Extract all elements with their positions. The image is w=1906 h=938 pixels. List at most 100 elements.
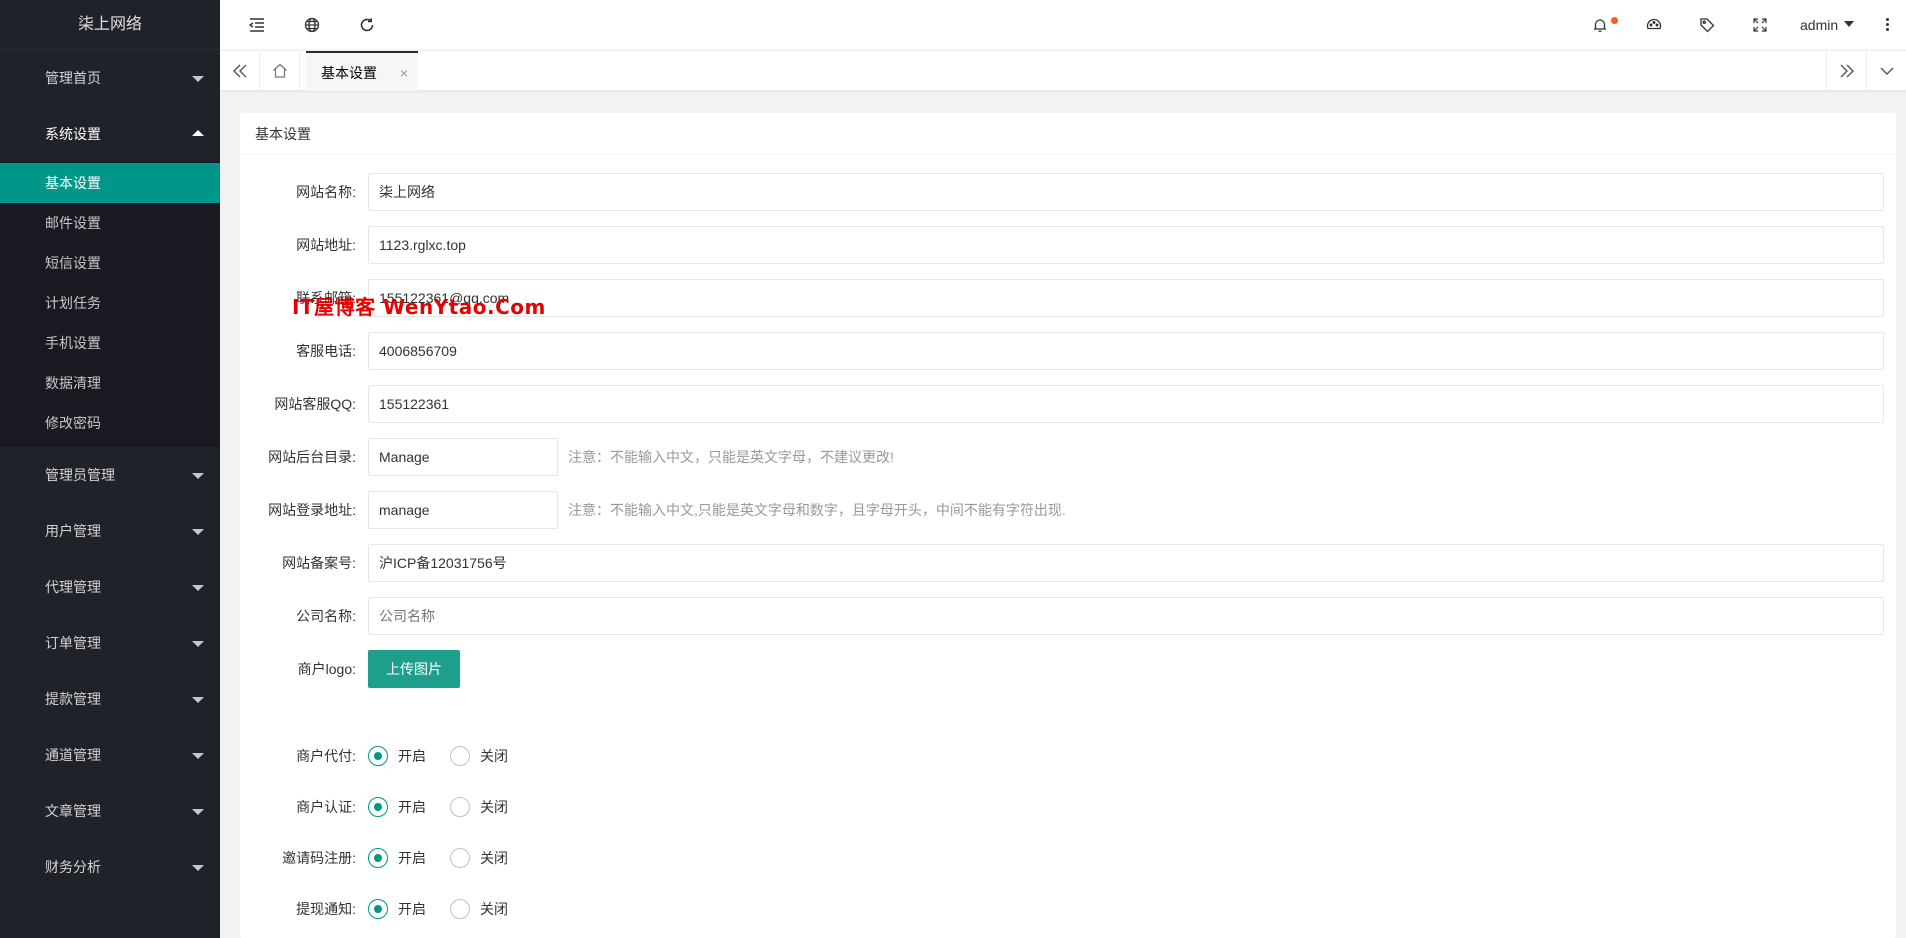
tabs-scroll-right-icon[interactable] bbox=[1826, 51, 1866, 91]
icp-input[interactable] bbox=[368, 544, 1884, 582]
radio-label: 开启 bbox=[398, 850, 426, 866]
sidebar-item-sms-settings[interactable]: 短信设置 bbox=[0, 243, 220, 283]
sidebar-group-withdrawal-management[interactable]: 提款管理 bbox=[0, 671, 220, 727]
sidebar-item-data-cleanup[interactable]: 数据清理 bbox=[0, 363, 220, 403]
fullscreen-icon[interactable] bbox=[1748, 13, 1772, 37]
site-url-label: 网站地址: bbox=[296, 237, 356, 253]
radio-unchecked-icon bbox=[450, 746, 470, 766]
form-row-merchant-payout: 商户代付: 开启 关闭 bbox=[240, 737, 1896, 775]
radio-label: 关闭 bbox=[480, 850, 508, 866]
icp-label: 网站备案号: bbox=[282, 555, 356, 571]
tab-basic-settings[interactable]: 基本设置 × bbox=[306, 51, 418, 91]
refresh-icon[interactable] bbox=[355, 13, 379, 37]
sidebar-item-email-settings[interactable]: 邮件设置 bbox=[0, 203, 220, 243]
caret-up-icon bbox=[192, 130, 204, 136]
more-icon[interactable] bbox=[1882, 16, 1892, 36]
merchant-verify-on-radio[interactable]: 开启 bbox=[368, 797, 426, 817]
login-path-input[interactable] bbox=[368, 491, 558, 529]
site-name-label: 网站名称: bbox=[296, 184, 356, 200]
site-url-input[interactable] bbox=[368, 226, 1884, 264]
radio-checked-icon bbox=[368, 797, 388, 817]
sidebar-group-admin-management[interactable]: 管理员管理 bbox=[0, 447, 220, 503]
admin-dir-input[interactable] bbox=[368, 438, 558, 476]
withdraw-notify-off-radio[interactable]: 关闭 bbox=[450, 899, 508, 919]
app-logo[interactable]: 柒上网络 bbox=[0, 0, 220, 50]
sidebar-group-label: 订单管理 bbox=[45, 635, 101, 651]
form-row-site-url: 网站地址: bbox=[240, 226, 1896, 264]
upload-image-button[interactable]: 上传图片 bbox=[368, 650, 460, 688]
home-icon[interactable] bbox=[260, 51, 300, 91]
globe-icon[interactable] bbox=[300, 13, 324, 37]
invite-register-off-radio[interactable]: 关闭 bbox=[450, 848, 508, 868]
close-icon[interactable]: × bbox=[400, 53, 408, 93]
sidebar-item-basic-settings[interactable]: 基本设置 bbox=[0, 163, 220, 203]
admin-dir-label: 网站后台目录: bbox=[268, 449, 356, 465]
caret-down-icon bbox=[192, 865, 204, 871]
caret-down-icon bbox=[192, 529, 204, 535]
sidebar-group-channel-management[interactable]: 通道管理 bbox=[0, 727, 220, 783]
sidebar-group-system-settings[interactable]: 系统设置 bbox=[0, 106, 220, 162]
merchant-verify-off-radio[interactable]: 关闭 bbox=[450, 797, 508, 817]
sidebar-group-label: 提款管理 bbox=[45, 691, 101, 707]
sidebar-group-label: 用户管理 bbox=[45, 523, 101, 539]
sidebar-group-label: 财务分析 bbox=[45, 859, 101, 875]
caret-down-icon bbox=[1844, 21, 1855, 28]
menu-fold-icon[interactable] bbox=[245, 13, 269, 37]
tabs-bar: 基本设置 × bbox=[220, 51, 1906, 91]
sidebar-group-home[interactable]: 管理首页 bbox=[0, 50, 220, 106]
sidebar-group-user-management[interactable]: 用户管理 bbox=[0, 503, 220, 559]
radio-checked-icon bbox=[368, 746, 388, 766]
notification-dot bbox=[1611, 17, 1618, 24]
withdraw-notify-on-radio[interactable]: 开启 bbox=[368, 899, 426, 919]
submenu-system-settings: 基本设置 邮件设置 短信设置 计划任务 手机设置 数据清理 修改密码 bbox=[0, 162, 220, 447]
merchant-payout-on-radio[interactable]: 开启 bbox=[368, 746, 426, 766]
merchant-payout-off-radio[interactable]: 关闭 bbox=[450, 746, 508, 766]
withdraw-notify-label: 提现通知: bbox=[296, 901, 356, 917]
radio-label: 关闭 bbox=[480, 901, 508, 917]
tag-icon[interactable] bbox=[1695, 13, 1719, 37]
sidebar: 柒上网络 管理首页 系统设置 基本设置 邮件设置 短信设置 计划任务 手机设置 … bbox=[0, 0, 220, 938]
sidebar-group-finance-analysis[interactable]: 财务分析 bbox=[0, 839, 220, 895]
login-path-label: 网站登录地址: bbox=[268, 502, 356, 518]
sidebar-item-mobile-settings[interactable]: 手机设置 bbox=[0, 323, 220, 363]
invite-register-label: 邀请码注册: bbox=[282, 850, 356, 866]
radio-label: 开启 bbox=[398, 901, 426, 917]
service-phone-label: 客服电话: bbox=[296, 343, 356, 359]
user-name: admin bbox=[1800, 17, 1839, 33]
sidebar-item-change-password[interactable]: 修改密码 bbox=[0, 403, 220, 443]
form-row-service-qq: 网站客服QQ: bbox=[240, 385, 1896, 423]
company-label: 公司名称: bbox=[296, 608, 356, 624]
logo-label: 商户logo: bbox=[297, 661, 356, 677]
service-phone-input[interactable] bbox=[368, 332, 1884, 370]
user-menu[interactable]: admin bbox=[1800, 15, 1855, 35]
form-row-company: 公司名称: bbox=[240, 597, 1896, 635]
radio-label: 开启 bbox=[398, 748, 426, 764]
caret-down-icon bbox=[192, 473, 204, 479]
site-name-input[interactable] bbox=[368, 173, 1884, 211]
bell-icon[interactable] bbox=[1588, 13, 1612, 37]
caret-down-icon bbox=[192, 641, 204, 647]
form-row-invite-register: 邀请码注册: 开启 关闭 bbox=[240, 839, 1896, 877]
company-input[interactable] bbox=[368, 597, 1884, 635]
radio-unchecked-icon bbox=[450, 848, 470, 868]
sidebar-group-order-management[interactable]: 订单管理 bbox=[0, 615, 220, 671]
sidebar-group-agent-management[interactable]: 代理管理 bbox=[0, 559, 220, 615]
form-row-login-path: 网站登录地址: 注意：不能输入中文,只能是英文字母和数字，且字母开头，中间不能有… bbox=[240, 491, 1896, 529]
sidebar-group-label: 代理管理 bbox=[45, 579, 101, 595]
caret-down-icon bbox=[192, 809, 204, 815]
invite-register-on-radio[interactable]: 开启 bbox=[368, 848, 426, 868]
form-row-icp: 网站备案号: bbox=[240, 544, 1896, 582]
contact-email-input[interactable] bbox=[368, 279, 1884, 317]
sidebar-group-label: 通道管理 bbox=[45, 747, 101, 763]
theme-icon[interactable] bbox=[1642, 13, 1666, 37]
service-qq-input[interactable] bbox=[368, 385, 1884, 423]
tabs-scroll-left-icon[interactable] bbox=[220, 51, 260, 91]
form-row-merchant-verify: 商户认证: 开启 关闭 bbox=[240, 788, 1896, 826]
login-path-tip: 注意：不能输入中文,只能是英文字母和数字，且字母开头，中间不能有字符出现. bbox=[568, 502, 1066, 518]
chevron-down-icon[interactable] bbox=[1866, 51, 1906, 91]
sidebar-group-label: 管理首页 bbox=[45, 70, 101, 86]
form-row-site-name: 网站名称: bbox=[240, 173, 1896, 211]
radio-label: 开启 bbox=[398, 799, 426, 815]
sidebar-item-scheduled-tasks[interactable]: 计划任务 bbox=[0, 283, 220, 323]
sidebar-group-article-management[interactable]: 文章管理 bbox=[0, 783, 220, 839]
